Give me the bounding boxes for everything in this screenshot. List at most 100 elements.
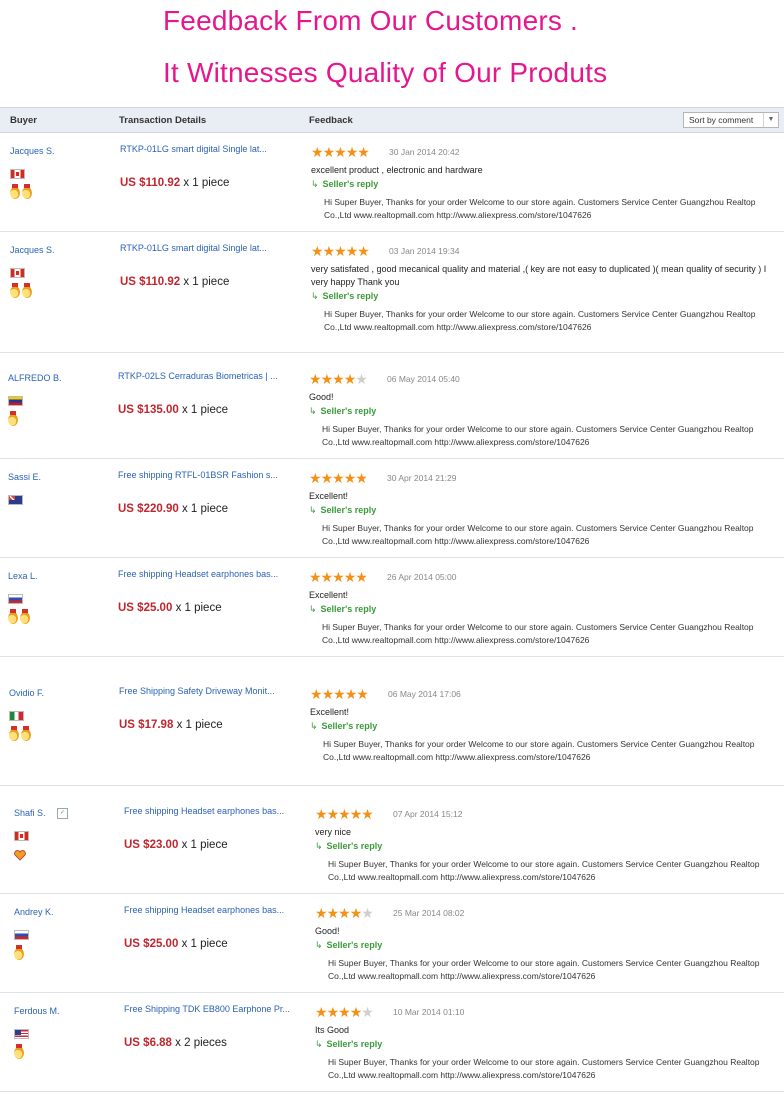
medal-icon xyxy=(14,1044,24,1059)
seller-reply-body: Hi Super Buyer, Thanks for your order We… xyxy=(328,958,760,981)
medal-icon xyxy=(21,726,31,741)
star-filled-icon: ★ xyxy=(332,569,345,585)
quantity: x 1 piece xyxy=(176,719,223,731)
feedback-date: 06 May 2014 17:06 xyxy=(388,689,461,699)
reply-arrow-icon: ↳ xyxy=(315,1039,323,1049)
seller-reply-text-label: Seller's reply xyxy=(320,505,377,515)
star-filled-icon: ★ xyxy=(322,144,336,160)
table-row: Sassi E. Free shipping RTFL-01BSR Fashion… xyxy=(0,459,784,558)
column-header-feedback: Feedback xyxy=(309,115,353,126)
star-filled-icon: ★ xyxy=(333,686,346,702)
buyer-name-link[interactable]: ALFREDO B. xyxy=(8,373,62,383)
star-filled-icon: ★ xyxy=(343,470,357,486)
row-content: ALFREDO B. RTKP-02LS Cerraduras Biometric… xyxy=(0,360,782,458)
product-link[interactable]: Free shipping Headset earphones bas... xyxy=(124,806,304,816)
seller-reply-text-label: Seller's reply xyxy=(321,721,378,731)
russia-flag-icon xyxy=(8,594,23,604)
star-filled-icon: ★ xyxy=(309,569,322,585)
buyer-comment: Excellent! xyxy=(309,491,349,501)
seller-reply-label: ↳ Seller's reply xyxy=(309,505,376,516)
row-content: Shafi S. ✓ Free shipping Headset earphones… xyxy=(4,795,784,893)
reply-arrow-icon: ↳ xyxy=(309,505,317,515)
star-filled-icon: ★ xyxy=(320,371,334,387)
star-filled-icon: ★ xyxy=(338,1004,351,1020)
buyer-name-link[interactable]: Ovidio F. xyxy=(9,688,44,698)
price-line: US $220.90 x 1 piece xyxy=(118,503,228,515)
star-filled-icon: ★ xyxy=(309,470,322,486)
buyer-name-link[interactable]: Jacques S. xyxy=(10,245,55,255)
seller-reply-text-label: Seller's reply xyxy=(322,179,379,189)
seller-reply-body: Hi Super Buyer, Thanks for your order We… xyxy=(322,424,754,447)
star-filled-icon: ★ xyxy=(309,371,322,387)
table-row: Andrey K. Free shipping Headset earphones… xyxy=(0,894,784,993)
reply-arrow-icon: ↳ xyxy=(315,940,323,950)
price-line: US $110.92 x 1 piece xyxy=(120,177,229,189)
product-link[interactable]: Free Shipping TDK EB800 Earphone Pr... xyxy=(124,1004,304,1014)
buyer-name-link[interactable]: Ferdous M. xyxy=(14,1006,60,1016)
price-amount: US $25.00 xyxy=(118,602,173,614)
star-filled-icon: ★ xyxy=(343,371,357,387)
table-row: Jacques S. RTKP-01LG smart digital Single… xyxy=(0,133,784,232)
usa-flag-icon xyxy=(14,1029,29,1039)
row-content: Jacques S. RTKP-01LG smart digital Single… xyxy=(0,232,784,352)
reply-arrow-icon: ↳ xyxy=(315,841,323,851)
row-content: Ovidio F. Free Shipping Safety Driveway M… xyxy=(0,675,783,785)
product-link[interactable]: Free shipping RTFL-01BSR Fashion s... xyxy=(118,470,298,480)
seller-reply-label: ↳ Seller's reply xyxy=(315,841,382,852)
seller-reply-label: ↳ Seller's reply xyxy=(310,721,377,732)
star-filled-icon: ★ xyxy=(320,470,334,486)
buyer-name-link[interactable]: Sassi E. xyxy=(8,472,41,482)
star-empty-icon: ★ xyxy=(355,371,368,387)
star-filled-icon: ★ xyxy=(315,1004,328,1020)
product-link[interactable]: Free shipping Headset earphones bas... xyxy=(124,905,304,915)
buyer-name-link[interactable]: Shafi S. xyxy=(14,808,46,818)
star-filled-icon: ★ xyxy=(326,905,340,921)
buyer-badges xyxy=(14,848,26,862)
star-rating: ★★★★★ xyxy=(309,371,368,387)
table-row: Ovidio F. Free Shipping Safety Driveway M… xyxy=(0,675,784,786)
star-filled-icon: ★ xyxy=(338,806,351,822)
table-row: ALFREDO B. RTKP-02LS Cerraduras Biometric… xyxy=(0,360,784,459)
sort-select[interactable]: Sort by comment ▼ xyxy=(683,112,779,128)
triangle-down-icon[interactable]: ▼ xyxy=(763,113,778,127)
australia-flag-icon xyxy=(8,495,23,505)
banner-title: Feedback From Our Customers . xyxy=(163,5,579,36)
medal-icon xyxy=(8,609,18,624)
buyer-name-link[interactable]: Andrey K. xyxy=(14,907,54,917)
star-filled-icon: ★ xyxy=(310,686,323,702)
medal-icon xyxy=(9,726,19,741)
quantity: x 1 piece xyxy=(183,276,230,288)
price-line: US $135.00 x 1 piece xyxy=(118,404,228,416)
product-link[interactable]: Free shipping Headset earphones bas... xyxy=(118,569,298,579)
star-filled-icon: ★ xyxy=(355,470,368,486)
banner-subtitle: It Witnesses Quality of Our Produts xyxy=(163,57,608,88)
russia-flag-icon xyxy=(14,930,29,940)
price-amount: US $135.00 xyxy=(118,404,179,416)
star-filled-icon: ★ xyxy=(322,243,336,259)
product-link[interactable]: RTKP-01LG smart digital Single lat... xyxy=(120,144,300,154)
buyer-badges xyxy=(10,184,34,200)
medal-icon xyxy=(14,945,24,960)
canada-flag-icon xyxy=(14,831,29,841)
star-filled-icon: ★ xyxy=(311,243,324,259)
seller-reply-label: ↳ Seller's reply xyxy=(311,291,378,302)
buyer-name-link[interactable]: Lexa L. xyxy=(8,571,38,581)
seller-reply-text-label: Seller's reply xyxy=(320,406,377,416)
star-filled-icon: ★ xyxy=(321,686,335,702)
sort-select-value: Sort by comment xyxy=(689,115,754,125)
product-link[interactable]: Free Shipping Safety Driveway Monit... xyxy=(119,686,299,696)
buyer-name-link[interactable]: Jacques S. xyxy=(10,146,55,156)
star-filled-icon: ★ xyxy=(315,905,328,921)
product-link[interactable]: RTKP-02LS Cerraduras Biometricas | ... xyxy=(118,371,298,381)
star-filled-icon: ★ xyxy=(332,470,345,486)
buyer-badges xyxy=(10,283,34,299)
price-amount: US $110.92 xyxy=(120,276,181,288)
star-filled-icon: ★ xyxy=(332,371,345,387)
product-link[interactable]: RTKP-01LG smart digital Single lat... xyxy=(120,243,300,253)
seller-reply-text-label: Seller's reply xyxy=(320,604,377,614)
seller-reply-label: ↳ Seller's reply xyxy=(315,1039,382,1050)
row-content: Jacques S. RTKP-01LG smart digital Single… xyxy=(0,133,784,231)
italy-flag-icon xyxy=(9,711,24,721)
table-row: Shafi S. ✓ Free shipping Headset earphones… xyxy=(0,795,784,894)
star-filled-icon: ★ xyxy=(315,806,328,822)
